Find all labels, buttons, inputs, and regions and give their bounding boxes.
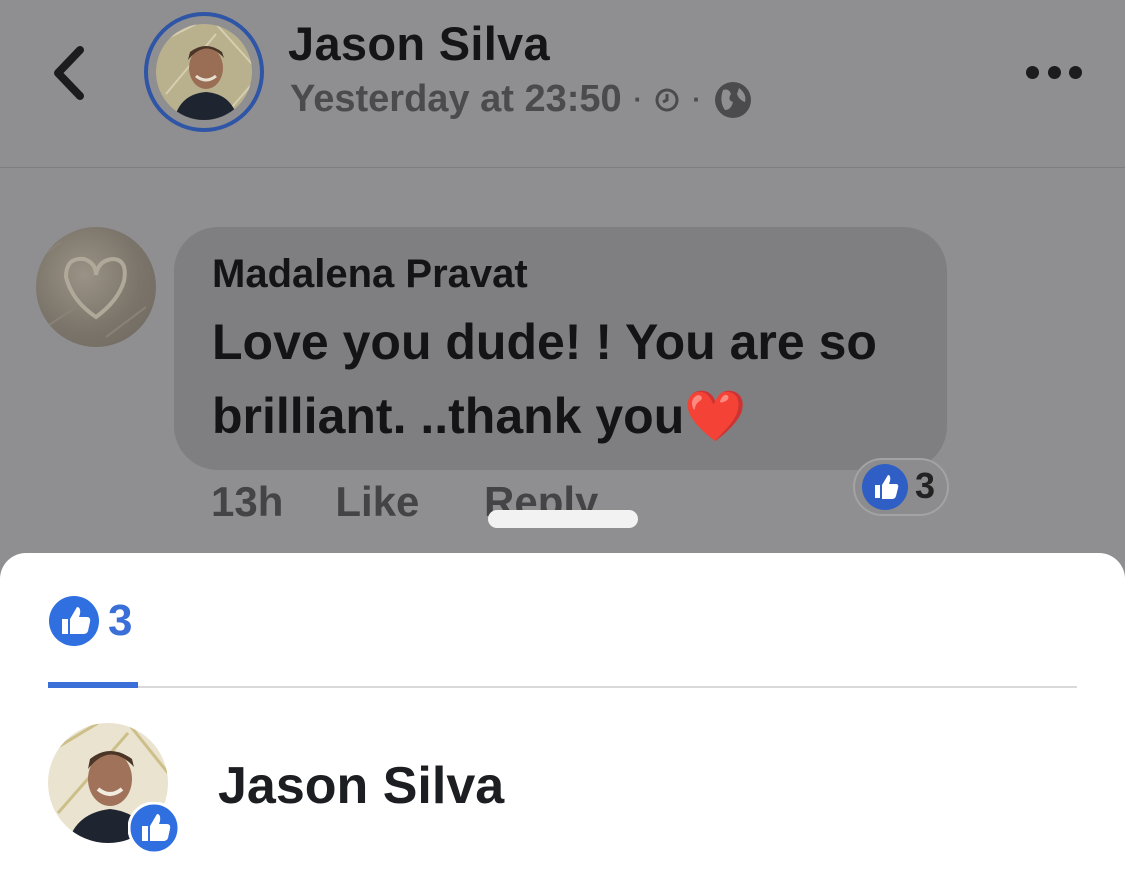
comment-author-name[interactable]: Madalena Pravat — [212, 252, 528, 297]
post-header: Jason Silva Yesterday at 23:50 · · — [0, 0, 1125, 168]
profile-photo — [156, 24, 252, 120]
like-comment-button[interactable]: Like — [335, 478, 419, 526]
reactions-sheet: 3 Jason Silva — [0, 553, 1125, 883]
reactor-name[interactable]: Jason Silva — [218, 756, 504, 816]
active-tab-indicator — [48, 682, 138, 688]
sheet-drag-handle[interactable] — [488, 510, 638, 528]
more-icon — [1026, 65, 1039, 79]
meta-separator: · — [692, 84, 702, 114]
post-meta: Yesterday at 23:50 · · — [290, 78, 753, 121]
comment-text: Love you dude! ! You are so brilliant. .… — [212, 314, 877, 444]
comment-actions: 13h Like — [211, 478, 471, 526]
reaction-count: 3 — [915, 465, 936, 506]
tab-divider — [48, 686, 1077, 688]
comment-time: 13h — [211, 478, 284, 525]
comment-reactions-summary[interactable]: 3 — [855, 460, 947, 514]
post-timestamp[interactable]: Yesterday at 23:50 — [290, 78, 622, 121]
commenter-avatar[interactable] — [36, 227, 156, 347]
back-chevron-icon — [54, 46, 84, 100]
like-icon — [862, 464, 908, 515]
reactor-list-item[interactable]: Jason Silva — [0, 718, 1125, 858]
more-options-button[interactable] — [1026, 60, 1082, 84]
back-button[interactable] — [46, 42, 96, 104]
post-author-name[interactable]: Jason Silva — [288, 16, 550, 71]
like-icon — [127, 801, 181, 859]
author-avatar[interactable] — [144, 12, 264, 132]
heart-emoji: ❤️ — [684, 388, 747, 444]
globe-icon — [715, 81, 752, 118]
clock-icon — [655, 88, 679, 111]
tab-count: 3 — [108, 596, 133, 645]
tab-like-reactions[interactable]: 3 — [48, 595, 132, 647]
meta-separator: · — [633, 84, 643, 114]
like-icon — [49, 596, 99, 646]
